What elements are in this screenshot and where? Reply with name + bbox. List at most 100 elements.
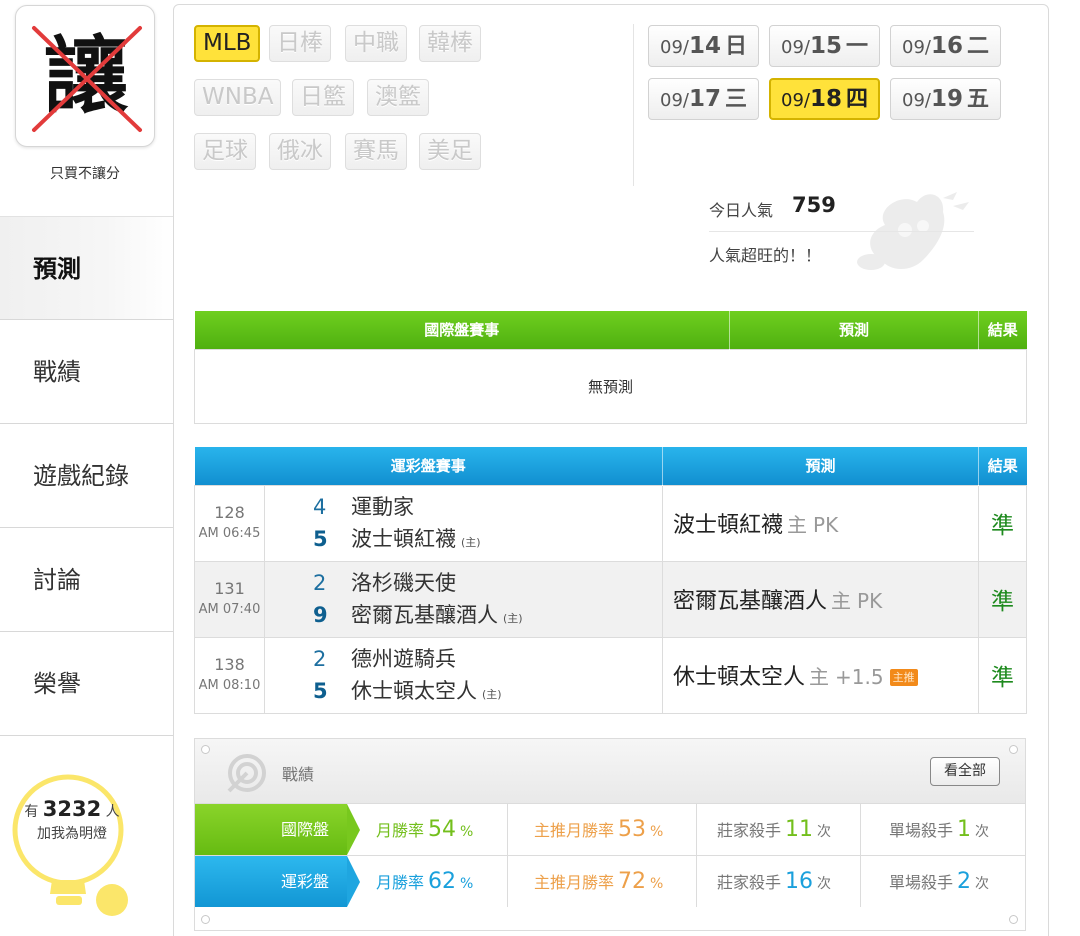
sport-tab-mlb[interactable]: MLB [194, 25, 261, 62]
game-number: 128 [214, 503, 245, 522]
home-team[interactable]: 休士頓太空人 [351, 675, 477, 707]
home-team[interactable]: 波士頓紅襪 [351, 523, 456, 555]
pick-side: 主 [831, 589, 852, 613]
stat-value: 11 [785, 817, 814, 842]
date-button-0915[interactable]: 09/15 一 [769, 25, 880, 67]
date-button-0918[interactable]: 09/18 四 [769, 78, 880, 120]
stat-value: 72 [618, 869, 647, 894]
intl-predictions-table: 國際盤賽事 預測 結果 無預測 [194, 311, 1027, 424]
pick-side: 主 [787, 513, 808, 537]
nav-game-log[interactable]: 遊戲紀錄 [0, 424, 174, 528]
pick-side: 主 [809, 665, 830, 689]
game-id-cell: 128 AM 06:45 [194, 484, 265, 562]
record-row-lottery: 運彩盤 月勝率 62% 主推月勝率 72% 莊家殺手 16 次 單場殺手 2 次 [195, 855, 1025, 907]
away-score: 2 [313, 647, 327, 671]
sport-tab-aus-basketball[interactable]: 澳籃 [367, 79, 429, 116]
prediction-cell: 波士頓紅襪主 PK [662, 484, 980, 562]
game-time: AM 06:45 [198, 526, 261, 541]
date-weekday: 五 [966, 87, 989, 112]
record-title: 戰績 [282, 765, 315, 784]
date-button-0914[interactable]: 09/14 日 [648, 25, 759, 67]
matchup-cell: 4 運動家 5 波士頓紅襪 (主) [263, 484, 664, 562]
away-score: 2 [313, 571, 327, 595]
table-row[interactable]: 128 AM 06:45 4 運動家 5 波士頓紅襪 (主) 波士頓紅襪主 PK 準 [194, 484, 1028, 562]
game-number: 138 [214, 655, 245, 674]
result-correct: 準 [978, 484, 1028, 562]
stat-label: 月勝率 [376, 821, 425, 840]
table-row[interactable]: 138 AM 08:10 2 德州遊騎兵 5 休士頓太空人 (主) 休士頓太空人主 +1… [194, 636, 1028, 714]
sport-tab-kbo[interactable]: 韓棒 [419, 25, 481, 62]
result-correct: 準 [978, 560, 1028, 638]
date-month: 09/ [781, 37, 810, 58]
table-row[interactable]: 131 AM 07:40 2 洛杉磯天使 9 密爾瓦基釀酒人 (主) 密爾瓦基釀酒人主… [194, 560, 1028, 638]
stat-value: 1 [957, 817, 972, 842]
column-header-prediction: 預測 [729, 311, 979, 349]
pick-team: 休士頓太空人 [673, 665, 806, 690]
result-correct: 準 [978, 636, 1028, 714]
column-header-lottery-match: 運彩盤賽事 [194, 447, 664, 485]
sport-tab-khl[interactable]: 俄冰 [269, 133, 331, 170]
corner-dot [201, 915, 210, 924]
stat-label: 莊家殺手 [717, 821, 782, 840]
date-weekday: 一 [845, 34, 868, 59]
sport-tab-horse-racing[interactable]: 賽馬 [345, 133, 407, 170]
away-team[interactable]: 運動家 [351, 491, 414, 523]
stat-unit: % [460, 876, 474, 892]
sport-tab-wnba[interactable]: WNBA [194, 79, 282, 116]
fans-caption: 加我為明燈 [37, 826, 107, 842]
away-team[interactable]: 洛杉磯天使 [351, 567, 456, 599]
main-pick-badge: 主推 [889, 669, 918, 686]
stat-unit: 次 [817, 876, 832, 892]
header-divider [633, 24, 634, 186]
date-button-0919[interactable]: 09/19 五 [890, 78, 1001, 120]
home-score: 5 [313, 527, 328, 551]
game-number: 131 [214, 579, 245, 598]
popularity-label: 今日人氣 [709, 201, 774, 220]
user-nickname: 只買不讓分 [50, 166, 120, 182]
fans-counter[interactable]: 有 3232 人 加我為明燈 [10, 798, 134, 845]
sport-tab-nfl[interactable]: 美足 [419, 133, 481, 170]
date-button-0917[interactable]: 09/17 三 [648, 78, 759, 120]
stat-label: 主推月勝率 [534, 873, 615, 892]
corner-dot [1009, 915, 1018, 924]
sport-tab-soccer[interactable]: 足球 [194, 133, 256, 170]
record-row-intl: 國際盤 月勝率 54% 主推月勝率 53% 莊家殺手 11 次 單場殺手 1 次 [195, 803, 1025, 855]
date-month: 09/ [902, 90, 931, 111]
stat-label: 單場殺手 [889, 873, 954, 892]
record-row-label: 國際盤 [195, 804, 347, 855]
nav-record[interactable]: 戰績 [0, 320, 174, 424]
matchup-cell: 2 德州遊騎兵 5 休士頓太空人 (主) [263, 636, 664, 714]
sport-tab-jpn-basketball[interactable]: 日籃 [292, 79, 354, 116]
date-weekday: 四 [845, 87, 868, 112]
stat-unit: 次 [975, 824, 990, 840]
fans-unit: 人 [105, 804, 120, 820]
sport-tab-npb[interactable]: 日棒 [269, 25, 331, 62]
pick-line: PK [857, 589, 883, 613]
date-day: 16 [930, 33, 963, 59]
fans-count: 3232 [42, 797, 102, 821]
arrow-right-icon [347, 804, 360, 855]
home-team[interactable]: 密爾瓦基釀酒人 [351, 599, 498, 631]
stat-value: 53 [618, 817, 647, 842]
nav-prediction[interactable]: 預測 [0, 216, 174, 320]
sport-tab-cpbl[interactable]: 中職 [345, 25, 407, 62]
matchup-cell: 2 洛杉磯天使 9 密爾瓦基釀酒人 (主) [263, 560, 664, 638]
stat-unit: % [650, 876, 664, 892]
stat-unit: 次 [975, 876, 990, 892]
date-button-0916[interactable]: 09/16 二 [890, 25, 1001, 67]
view-all-button[interactable]: 看全部 [930, 757, 1000, 786]
nav-discussion[interactable]: 討論 [0, 528, 174, 632]
date-day: 18 [809, 86, 842, 112]
stat-label: 單場殺手 [889, 821, 954, 840]
game-time: AM 08:10 [198, 678, 261, 693]
nav-honor[interactable]: 榮譽 [0, 632, 174, 736]
arrow-right-icon [347, 856, 360, 907]
light-bulb-icon[interactable] [12, 772, 128, 922]
avatar[interactable]: 讓 [15, 5, 155, 147]
date-month: 09/ [781, 90, 810, 111]
game-id-cell: 131 AM 07:40 [194, 560, 265, 638]
date-weekday: 三 [724, 87, 747, 112]
stat-unit: % [650, 824, 664, 840]
away-team[interactable]: 德州遊騎兵 [351, 643, 456, 675]
popularity-divider [709, 231, 974, 232]
